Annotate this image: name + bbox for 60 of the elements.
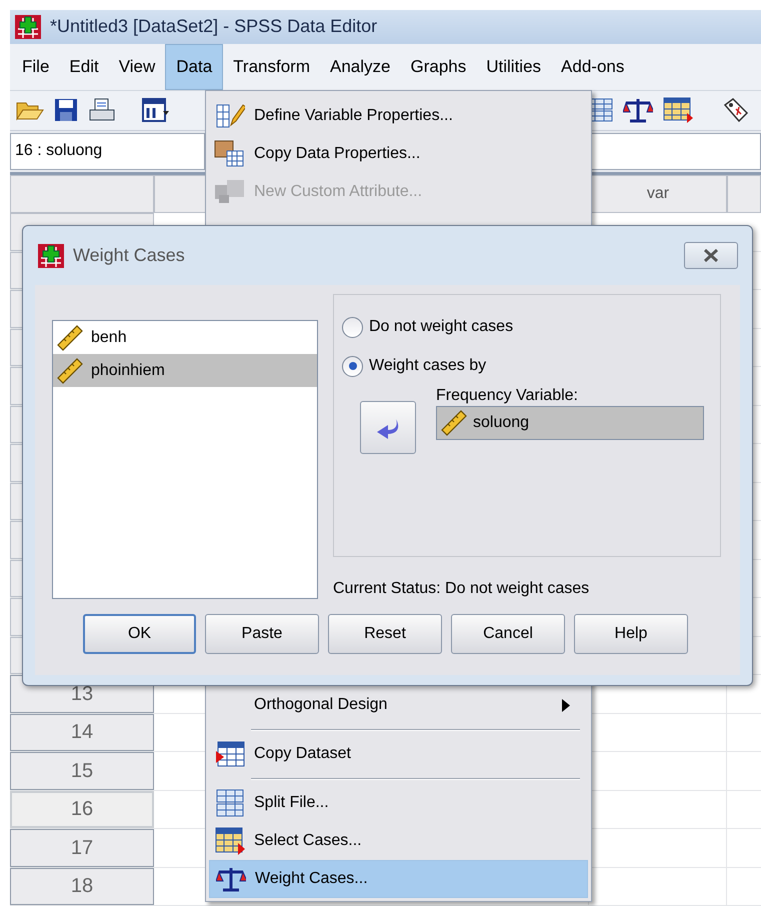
split-grid-icon <box>215 789 245 817</box>
menu-item[interactable]: Copy Data Properties... <box>209 135 588 173</box>
close-icon <box>703 249 719 262</box>
menu-item[interactable]: Analyze <box>320 44 400 90</box>
row-header[interactable]: 16 <box>10 790 154 828</box>
dialog-button[interactable]: Reset <box>328 614 442 654</box>
menu-item[interactable]: Add-ons <box>551 44 634 90</box>
submenu-arrow-icon <box>562 698 570 712</box>
menu-item[interactable]: Graphs <box>400 44 476 90</box>
menu-item[interactable]: Edit <box>59 44 109 90</box>
dialog-button[interactable]: Cancel <box>451 614 565 654</box>
print-icon[interactable] <box>88 98 116 122</box>
dialog-title: Weight Cases <box>73 244 185 267</box>
menu-item[interactable]: Utilities <box>476 44 552 90</box>
select-grid-icon <box>215 827 245 855</box>
menu-item[interactable]: Select Cases... <box>209 822 588 860</box>
save-icon[interactable] <box>54 98 78 122</box>
app-icon <box>14 14 42 40</box>
ruler-pencil-icon <box>215 103 245 129</box>
close-button[interactable] <box>684 242 738 269</box>
dialog-button[interactable]: Paste <box>205 614 319 654</box>
menu-item[interactable]: Orthogonal Design <box>209 686 588 724</box>
cell-reference-field[interactable]: 16 : soluong <box>10 132 205 170</box>
tag-icon[interactable] <box>723 97 749 124</box>
row-header[interactable]: 14 <box>10 714 154 751</box>
menu-item[interactable]: Define Variable Properties... <box>209 97 588 135</box>
arrow-icon <box>376 416 400 438</box>
ruler-icon <box>441 410 467 436</box>
variable-item[interactable]: benh <box>53 321 317 354</box>
scale-icon[interactable] <box>623 97 653 124</box>
dialog-button[interactable]: Help <box>574 614 688 654</box>
menu-item[interactable]: Split File... <box>209 784 588 822</box>
custom-attribute-icon <box>214 179 246 205</box>
move-arrow-button[interactable] <box>360 401 416 454</box>
ruler-icon <box>57 324 83 350</box>
menu-item[interactable]: Data <box>165 44 224 90</box>
menu-item[interactable]: Copy Dataset <box>209 735 588 773</box>
frequency-variable-field[interactable]: soluong <box>436 406 704 440</box>
app-icon <box>37 242 65 268</box>
field-label: Frequency Variable: <box>436 386 579 406</box>
status-text: Current Status: Do not weight cases <box>333 579 590 599</box>
dialog-recall-icon[interactable] <box>142 98 170 122</box>
copy-properties-icon <box>214 140 246 168</box>
window-title: *Untitled3 [DataSet2] - SPSS Data Editor <box>50 15 378 38</box>
dialog-button[interactable]: OK <box>83 614 196 654</box>
variable-list[interactable]: benh phoinhiem <box>52 320 318 599</box>
ruler-icon <box>57 358 83 384</box>
menu-item[interactable]: Transform <box>223 44 320 90</box>
menu-item[interactable]: View <box>108 44 166 90</box>
radio-option[interactable]: Do not weight cases <box>342 315 720 339</box>
row-header[interactable]: 17 <box>10 829 154 866</box>
variable-item[interactable]: phoinhiem <box>53 354 317 387</box>
menu-item[interactable]: Weight Cases... <box>209 860 588 898</box>
radio-option[interactable]: Weight cases by <box>342 354 720 378</box>
scale-icon <box>216 866 246 892</box>
row-header[interactable]: 15 <box>10 752 154 790</box>
row-header[interactable]: 18 <box>10 868 154 905</box>
column-header[interactable]: var <box>589 175 727 213</box>
menu-item[interactable]: File <box>12 44 60 90</box>
select-grid-icon[interactable] <box>663 97 693 124</box>
